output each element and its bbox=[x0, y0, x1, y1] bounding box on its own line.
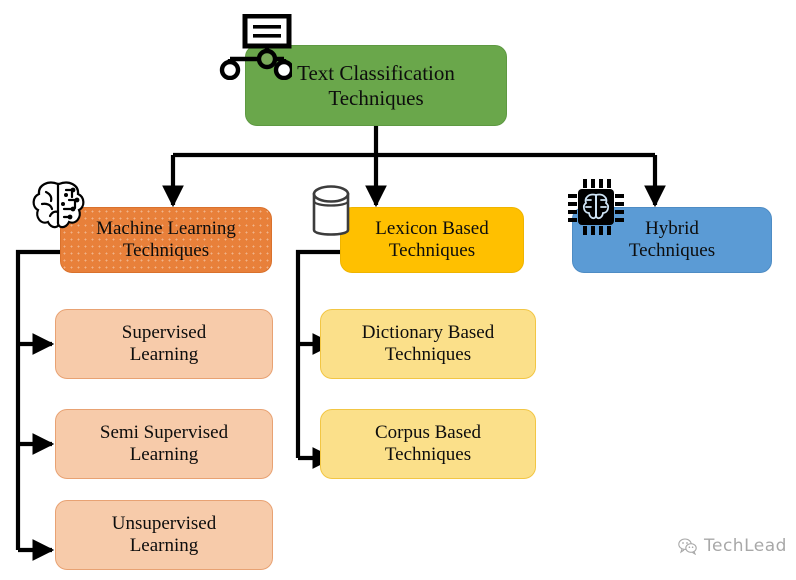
node-corpus-based-techniques[interactable]: Corpus Based Techniques bbox=[320, 409, 536, 479]
node-label: Text Classification Techniques bbox=[297, 61, 455, 110]
node-label: Hybrid Techniques bbox=[628, 217, 716, 261]
node-supervised-learning[interactable]: Supervised Learning bbox=[55, 309, 273, 379]
node-dictionary-based-techniques[interactable]: Dictionary Based Techniques bbox=[320, 309, 536, 379]
wire-ml-trunk bbox=[15, 249, 60, 550]
node-machine-learning-techniques[interactable]: Machine Learning Techniques bbox=[60, 207, 272, 273]
ai-chip-icon bbox=[568, 179, 624, 235]
node-label: Machine Learning Techniques bbox=[96, 217, 236, 261]
node-label: Lexicon Based Techniques bbox=[375, 217, 489, 261]
watermark-label: TechLead bbox=[704, 536, 787, 556]
node-label: Semi Supervised Learning bbox=[99, 421, 229, 465]
node-label: Supervised Learning bbox=[121, 321, 207, 365]
sitemap-icon bbox=[219, 14, 292, 80]
node-label: Corpus Based Techniques bbox=[374, 421, 482, 465]
node-unsupervised-learning[interactable]: Unsupervised Learning bbox=[55, 500, 273, 570]
brain-ai-icon bbox=[32, 181, 85, 229]
diagram-canvas: Text Classification Techniques Machine L… bbox=[0, 0, 796, 580]
node-semi-supervised-learning[interactable]: Semi Supervised Learning bbox=[55, 409, 273, 479]
node-label: Unsupervised Learning bbox=[111, 512, 217, 556]
node-label: Dictionary Based Techniques bbox=[361, 321, 495, 365]
database-cylinder-icon bbox=[312, 185, 350, 236]
node-lexicon-based-techniques[interactable]: Lexicon Based Techniques bbox=[340, 207, 524, 273]
wechat-icon bbox=[678, 537, 697, 555]
watermark: TechLead bbox=[678, 536, 787, 556]
